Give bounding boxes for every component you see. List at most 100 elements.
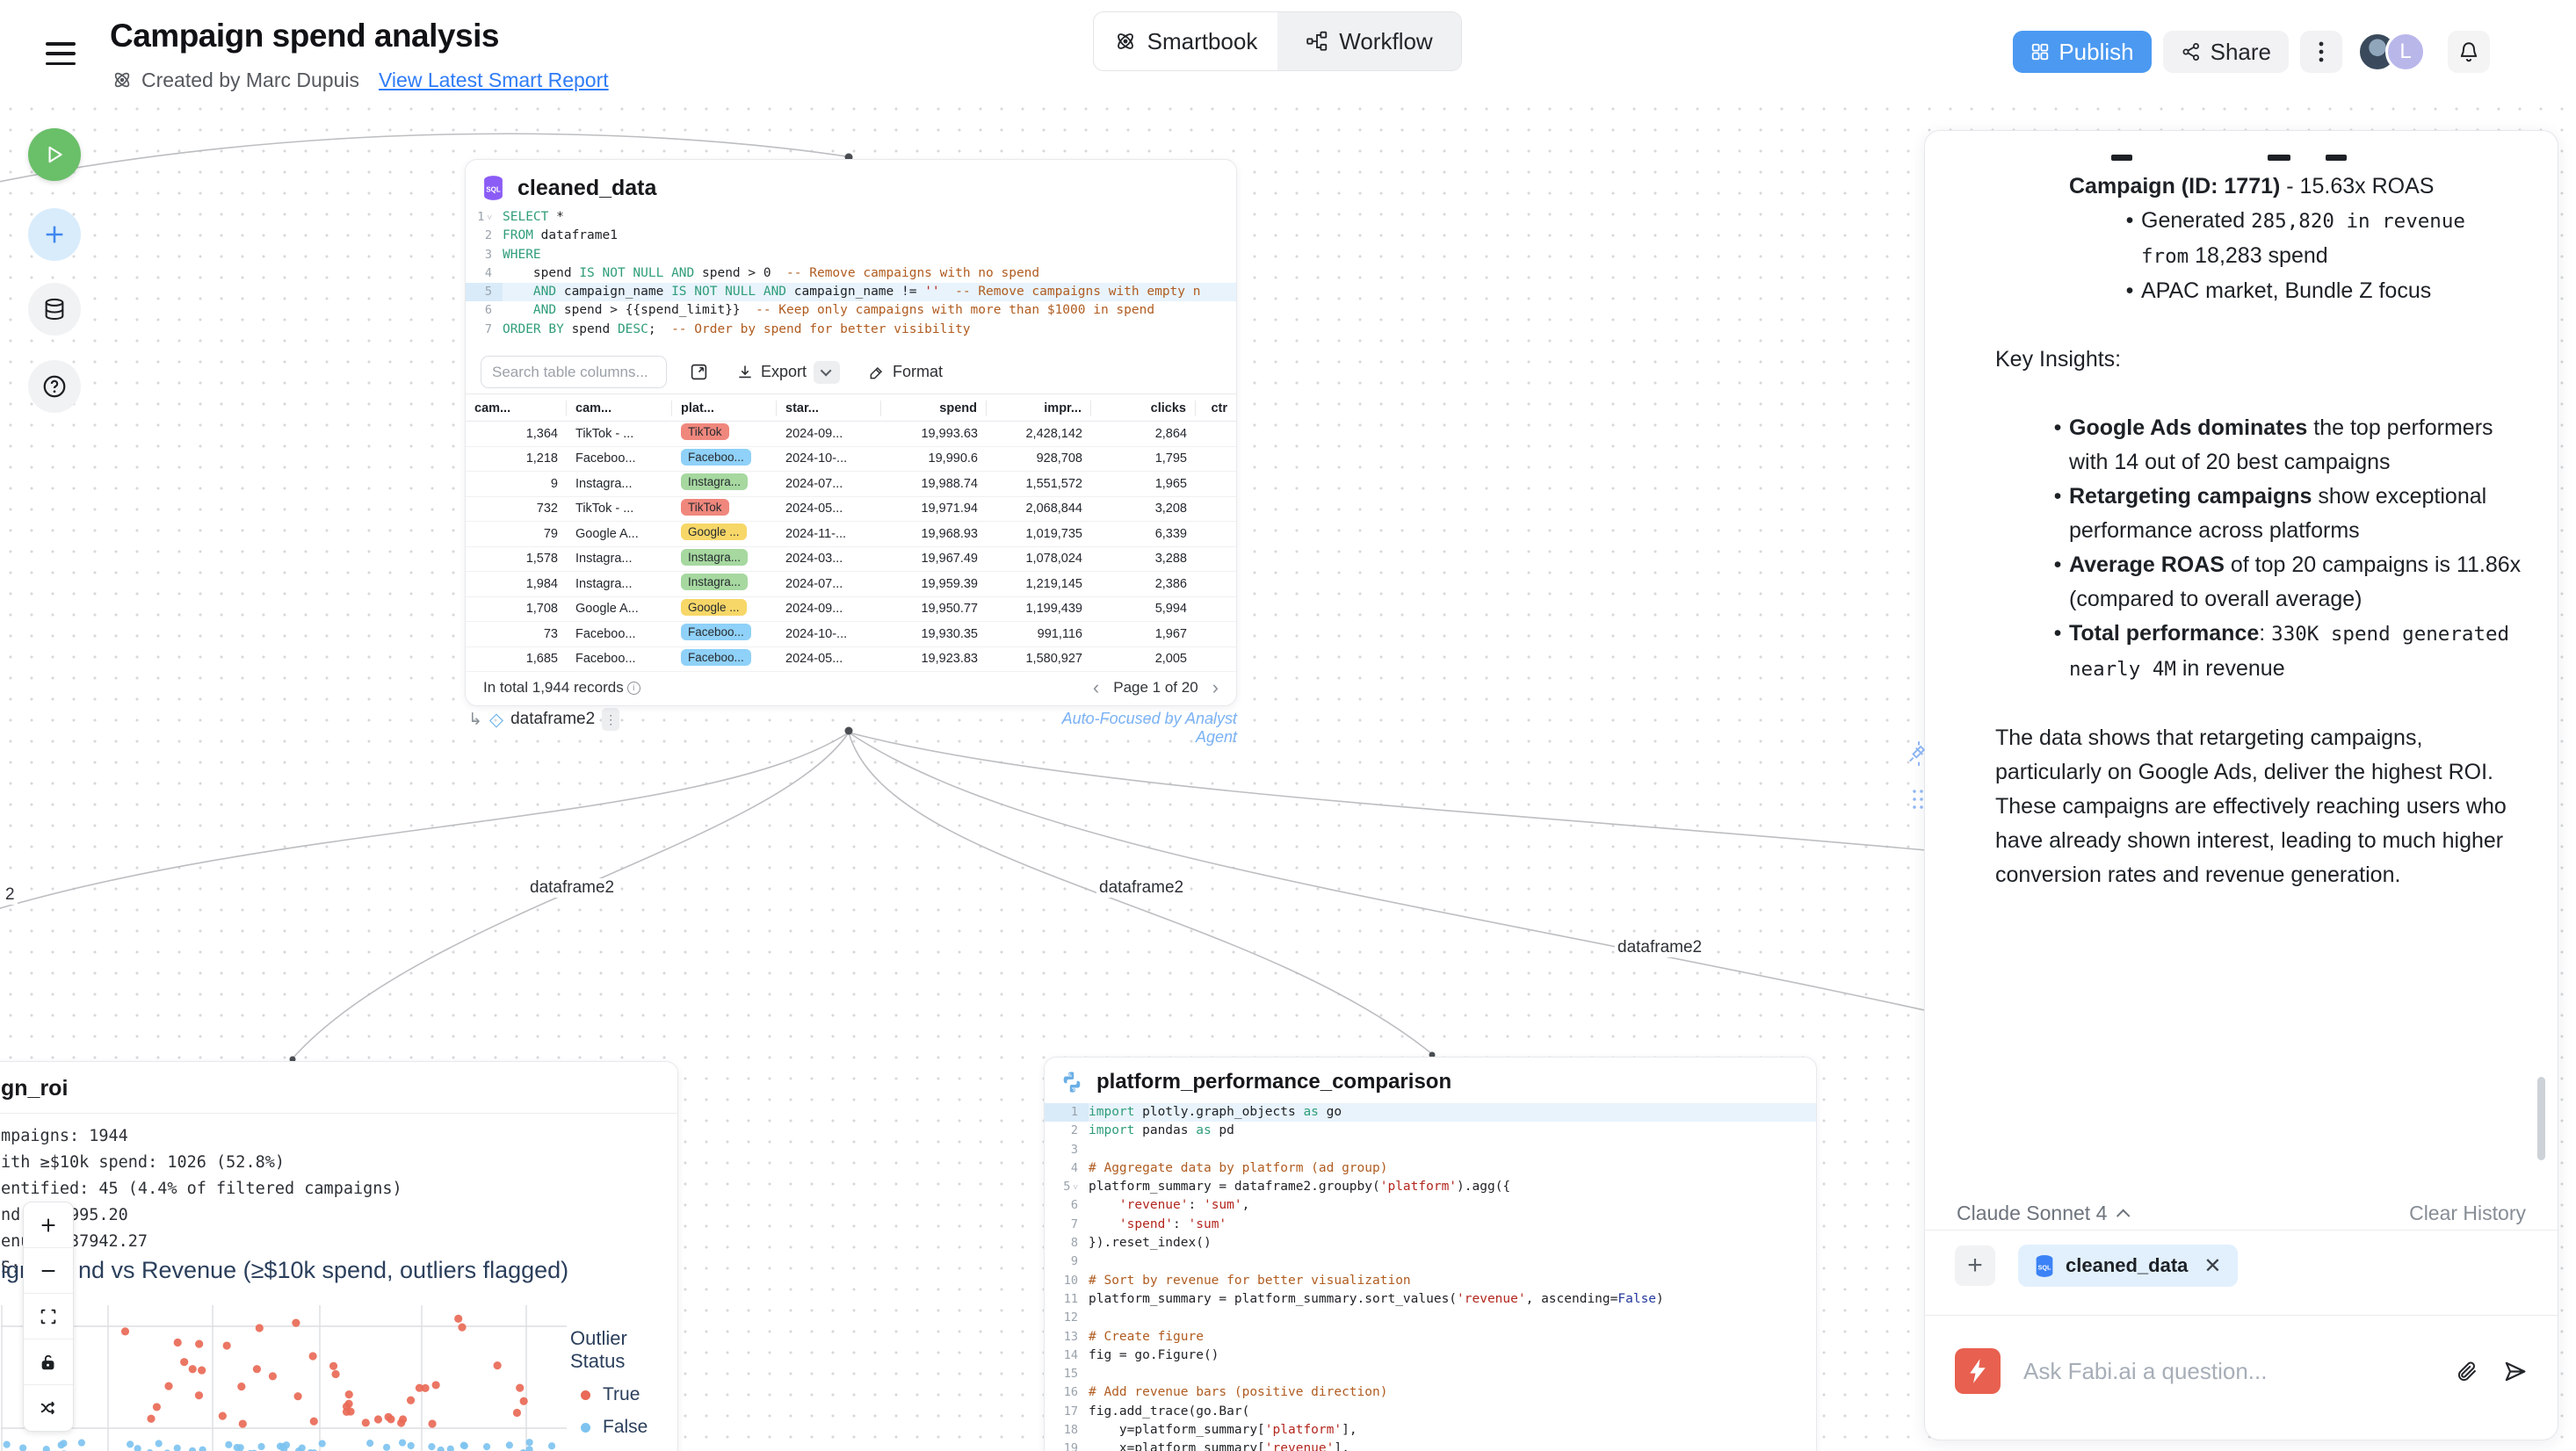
column-header[interactable]: plat... <box>672 401 777 416</box>
table-cell: TikTok - ... <box>567 502 672 516</box>
run-workflow-button[interactable] <box>28 128 81 181</box>
code-line[interactable]: 3WHERE <box>466 246 1236 264</box>
code-line[interactable]: 18 y=platform_summary['platform'], <box>1045 1421 1816 1440</box>
table-row[interactable]: 73Faceboo...Faceboo...2024-10-...19,930.… <box>466 622 1236 647</box>
column-header[interactable]: cam... <box>466 401 567 416</box>
code-line[interactable]: 4 spend IS NOT NULL AND spend > 0 -- Rem… <box>466 264 1236 283</box>
panel-scrollbar-thumb[interactable] <box>2537 1077 2545 1160</box>
python-code-editor[interactable]: 1import plotly.graph_objects as go2impor… <box>1045 1103 1816 1451</box>
model-selector[interactable]: Claude Sonnet 4 <box>1957 1202 2107 1225</box>
code-line[interactable]: 1˅SELECT * <box>466 208 1236 227</box>
legend-item-false[interactable]: False <box>570 1417 677 1438</box>
prev-page-button[interactable]: ‹ <box>1093 676 1099 699</box>
code-line[interactable]: 15 <box>1045 1365 1816 1383</box>
remove-chip-icon[interactable]: ✕ <box>2203 1253 2221 1279</box>
scatter-plot[interactable] <box>1 1305 567 1451</box>
info-icon[interactable]: i <box>627 682 640 695</box>
column-header[interactable]: cam... <box>567 401 672 416</box>
cell-cleaned-data[interactable]: SQL cleaned_data 1˅SELECT *2FROM datafra… <box>465 159 1237 706</box>
table-row[interactable]: 79Google A...Google ...2024-11-...19,968… <box>466 522 1236 547</box>
code-line[interactable]: 7ORDER BY spend DESC; -- Order by spend … <box>466 321 1236 339</box>
expand-table-button[interactable] <box>690 363 708 381</box>
code-line[interactable]: 1import plotly.graph_objects as go <box>1045 1103 1816 1122</box>
dataframe-output-tag[interactable]: ↳ ◇ dataframe2 ⋮ <box>468 708 619 731</box>
zoom-out-button[interactable] <box>24 1248 73 1294</box>
table-cell: 19,923.83 <box>881 652 987 666</box>
table-row[interactable]: 1,364TikTok - ...TikTok2024-09...19,993.… <box>466 422 1236 447</box>
code-line[interactable]: 6 'revenue': 'sum', <box>1045 1196 1816 1215</box>
code-line[interactable]: 5˅platform_summary = dataframe2.groupby(… <box>1045 1178 1816 1196</box>
chevron-up-icon[interactable] <box>2117 1209 2131 1223</box>
clear-history-button[interactable]: Clear History <box>2409 1202 2526 1225</box>
attach-file-button[interactable] <box>2456 1360 2479 1383</box>
column-header[interactable]: spend <box>881 401 987 416</box>
code-line[interactable]: 2FROM dataframe1 <box>466 227 1236 245</box>
format-button[interactable]: Format <box>868 363 943 381</box>
export-options-button[interactable] <box>814 361 840 384</box>
code-line[interactable]: 16# Add revenue bars (positive direction… <box>1045 1383 1816 1402</box>
column-header[interactable]: clicks <box>1091 401 1196 416</box>
code-line[interactable]: 4# Aggregate data by platform (ad group) <box>1045 1159 1816 1178</box>
send-button[interactable] <box>2502 1359 2528 1384</box>
platform-badge: Google ... <box>681 599 747 616</box>
code-line[interactable]: 6 AND spend > {{spend_limit}} -- Keep on… <box>466 301 1236 320</box>
table-row[interactable]: 732TikTok - ...TikTok2024-05...19,971.94… <box>466 497 1236 523</box>
tab-smartbook[interactable]: Smartbook <box>1094 12 1277 70</box>
code-line[interactable]: 9 <box>1045 1252 1816 1271</box>
add-cell-button[interactable] <box>28 208 81 261</box>
results-table[interactable]: cam...cam...plat...star...spendimpr...cl… <box>466 395 1236 672</box>
publish-button[interactable]: Publish <box>2013 31 2151 73</box>
fit-view-button[interactable] <box>24 1294 73 1339</box>
legend-item-true[interactable]: True <box>570 1384 677 1405</box>
table-row[interactable]: 1,578Instagra...Instagra...2024-03...19,… <box>466 547 1236 573</box>
view-smart-report-link[interactable]: View Latest Smart Report <box>379 69 609 92</box>
more-options-button[interactable] <box>2300 31 2342 73</box>
shuffle-layout-button[interactable] <box>24 1385 73 1431</box>
table-row[interactable]: 9Instagra...Instagra...2024-07...19,988.… <box>466 472 1236 497</box>
code-line[interactable]: 3 <box>1045 1141 1816 1159</box>
next-page-button[interactable]: › <box>1212 676 1219 699</box>
table-row[interactable]: 1,218Faceboo...Faceboo...2024-10-...19,9… <box>466 447 1236 473</box>
search-table-columns-input[interactable]: Search table columns... <box>481 356 667 388</box>
menu-icon[interactable] <box>46 42 76 65</box>
column-header[interactable]: ctr <box>1196 401 1236 416</box>
platform-badge: Instagra... <box>681 549 748 566</box>
context-chip-cleaned-data[interactable]: SQL cleaned_data ✕ <box>2018 1245 2238 1287</box>
lightning-icon <box>1966 1358 1989 1384</box>
code-line[interactable]: 8}).reset_index() <box>1045 1234 1816 1252</box>
export-button[interactable]: Export <box>736 363 807 381</box>
ask-fabi-input[interactable] <box>2023 1358 2433 1385</box>
share-button[interactable]: Share <box>2163 31 2289 73</box>
tab-workflow[interactable]: Workflow <box>1277 12 1461 70</box>
data-sources-button[interactable] <box>28 283 81 336</box>
code-line[interactable]: 11platform_summary = platform_summary.so… <box>1045 1290 1816 1309</box>
platform-badge: Instagra... <box>681 473 748 490</box>
avatar-letter[interactable]: L <box>2385 32 2426 72</box>
lock-button[interactable] <box>24 1339 73 1385</box>
add-context-button[interactable]: + <box>1955 1245 1995 1286</box>
zoom-in-button[interactable] <box>24 1202 73 1248</box>
table-row[interactable]: 1,708Google A...Google ...2024-09...19,9… <box>466 597 1236 623</box>
pin-panel-icon[interactable] <box>1907 740 1930 771</box>
code-line[interactable]: 12 <box>1045 1309 1816 1327</box>
code-line[interactable]: 5 AND campaign_name IS NOT NULL AND camp… <box>466 283 1236 301</box>
drag-handle-icon[interactable] <box>1911 788 1925 815</box>
tag-options-button[interactable]: ⋮ <box>602 708 619 731</box>
table-cell: Faceboo... <box>672 649 777 669</box>
sql-code-editor[interactable]: 1˅SELECT *2FROM dataframe13WHERE4 spend … <box>466 208 1236 339</box>
table-row[interactable]: 1,685Faceboo...Faceboo...2024-05...19,92… <box>466 647 1236 673</box>
code-line[interactable]: 13# Create figure <box>1045 1328 1816 1346</box>
cell-campaign-roi[interactable]: gn_roi mpaigns: 1944ith ≥$10k spend: 102… <box>0 1061 678 1451</box>
notifications-button[interactable] <box>2448 31 2490 73</box>
help-button[interactable] <box>28 360 81 413</box>
code-line[interactable]: 2import pandas as pd <box>1045 1122 1816 1140</box>
code-line[interactable]: 10# Sort by revenue for better visualiza… <box>1045 1272 1816 1290</box>
column-header[interactable]: star... <box>777 401 881 416</box>
code-line[interactable]: 14fig = go.Figure() <box>1045 1346 1816 1365</box>
code-line[interactable]: 7 'spend': 'sum' <box>1045 1216 1816 1234</box>
code-line[interactable]: 17fig.add_trace(go.Bar( <box>1045 1403 1816 1421</box>
table-row[interactable]: 1,984Instagra...Instagra...2024-07...19,… <box>466 572 1236 597</box>
column-header[interactable]: impr... <box>987 401 1091 416</box>
code-line[interactable]: 19 x=platform_summary['revenue'], <box>1045 1440 1816 1451</box>
cell-platform-performance-comparison[interactable]: platform_performance_comparison 1import … <box>1044 1057 1817 1451</box>
